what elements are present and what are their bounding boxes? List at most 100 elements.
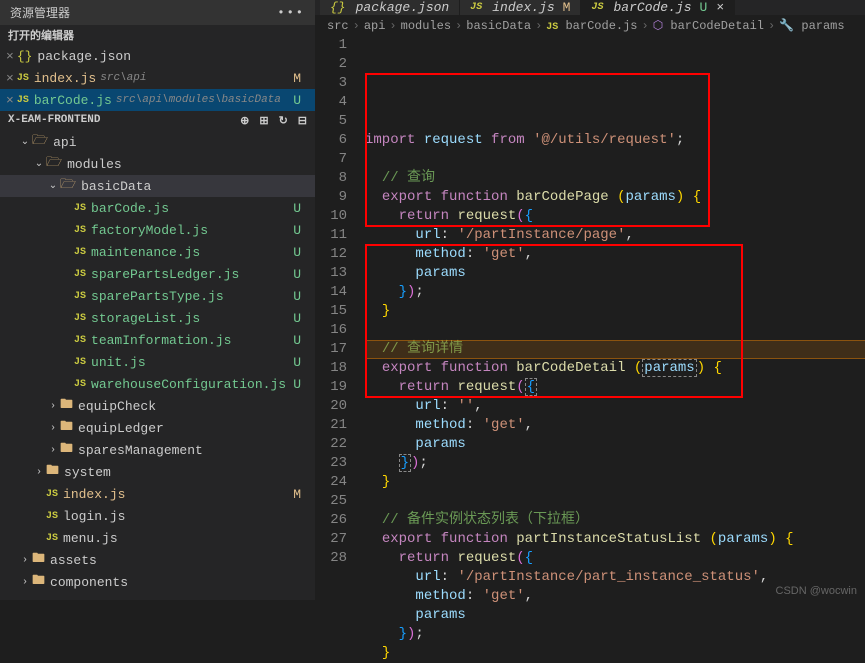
open-editor-item[interactable]: ×JSbarCode.jssrc\api\modules\basicDataU [0, 89, 315, 111]
line-number[interactable]: 27 [315, 530, 347, 549]
editor-tab[interactable]: {}package.json [320, 0, 460, 15]
code-line[interactable] [365, 150, 865, 169]
line-number[interactable]: 16 [315, 321, 347, 340]
chevron-icon[interactable]: ⌄ [18, 136, 32, 148]
line-number[interactable]: 1 [315, 36, 347, 55]
line-number[interactable]: 8 [315, 169, 347, 188]
tree-file[interactable]: JSteamInformation.jsU [0, 329, 315, 351]
chevron-icon[interactable]: › [18, 577, 32, 588]
code-line[interactable]: export function partInstanceStatusList (… [365, 530, 865, 549]
code-line[interactable] [365, 321, 865, 340]
breadcrumb-item[interactable]: api [364, 19, 386, 33]
line-number[interactable]: 7 [315, 150, 347, 169]
line-number[interactable]: 13 [315, 264, 347, 283]
line-number[interactable]: 9 [315, 188, 347, 207]
line-number[interactable]: 6 [315, 131, 347, 150]
code-content[interactable]: import request from '@/utils/request'; /… [365, 36, 865, 663]
line-number[interactable]: 17 [315, 340, 347, 359]
refresh-icon[interactable]: ↻ [279, 114, 288, 128]
code-line[interactable]: }); [365, 454, 865, 473]
code-line[interactable]: }); [365, 625, 865, 644]
code-line[interactable]: url: '/partInstance/page', [365, 226, 865, 245]
line-number[interactable]: 10 [315, 207, 347, 226]
tree-file[interactable]: JSstorageList.jsU [0, 307, 315, 329]
open-editor-item[interactable]: ×JSindex.jssrc\apiM [0, 67, 315, 89]
chevron-icon[interactable]: › [32, 467, 46, 478]
code-line[interactable]: // 备件实例状态列表（下拉框） [365, 511, 865, 530]
line-number[interactable]: 25 [315, 492, 347, 511]
code-editor[interactable]: 1234567891011121314151617181920212223242… [315, 36, 865, 663]
code-line[interactable]: url: '', [365, 397, 865, 416]
tree-folder[interactable]: ⌄🗁modules [0, 153, 315, 175]
chevron-icon[interactable]: › [18, 555, 32, 566]
tree-folder[interactable]: ›🖿sparesManagement [0, 439, 315, 461]
line-number[interactable]: 5 [315, 112, 347, 131]
code-line[interactable] [365, 492, 865, 511]
editor-tab[interactable]: JSbarCode.jsU× [581, 0, 735, 15]
breadcrumb-item[interactable]: 🔧 params [779, 18, 844, 33]
breadcrumb-item[interactable]: src [327, 19, 349, 33]
chevron-icon[interactable]: ⌄ [32, 158, 46, 170]
tree-file[interactable]: JSlogin.js [0, 505, 315, 527]
chevron-icon[interactable]: › [46, 445, 60, 456]
code-line[interactable]: params [365, 435, 865, 454]
line-number[interactable]: 21 [315, 416, 347, 435]
collapse-icon[interactable]: ⊟ [298, 114, 307, 128]
tree-file[interactable]: JSfactoryModel.jsU [0, 219, 315, 241]
line-number[interactable]: 23 [315, 454, 347, 473]
code-line[interactable]: } [365, 473, 865, 492]
tree-folder[interactable]: ⌄🗁api [0, 131, 315, 153]
line-number[interactable]: 18 [315, 359, 347, 378]
code-line[interactable]: params [365, 264, 865, 283]
tree-file[interactable]: JSunit.jsU [0, 351, 315, 373]
open-editors-header[interactable]: 打开的编辑器 [0, 25, 315, 45]
tree-folder[interactable]: ⌄🗁basicData [0, 175, 315, 197]
line-number[interactable]: 15 [315, 302, 347, 321]
breadcrumb-item[interactable]: ⬡ barCodeDetail [653, 18, 764, 33]
breadcrumb-item[interactable]: basicData [466, 19, 531, 33]
breadcrumb-item[interactable]: modules [401, 19, 451, 33]
line-number[interactable]: 28 [315, 549, 347, 568]
breadcrumb-item[interactable]: JS barCode.js [546, 19, 637, 33]
code-line[interactable]: params [365, 606, 865, 625]
code-line[interactable]: } [365, 302, 865, 321]
tree-file[interactable]: JSsparePartsType.jsU [0, 285, 315, 307]
line-number[interactable]: 20 [315, 397, 347, 416]
line-number[interactable]: 12 [315, 245, 347, 264]
code-line[interactable]: method: 'get', [365, 416, 865, 435]
tree-file[interactable]: JSmenu.js [0, 527, 315, 549]
line-number[interactable]: 26 [315, 511, 347, 530]
close-icon[interactable]: × [6, 71, 14, 86]
line-number[interactable]: 24 [315, 473, 347, 492]
close-icon[interactable]: × [6, 93, 14, 108]
code-line[interactable]: export function barCodePage (params) { [365, 188, 865, 207]
breadcrumb[interactable]: src›api›modules›basicData›JS barCode.js›… [315, 15, 865, 36]
close-icon[interactable]: × [716, 0, 724, 15]
code-line[interactable]: return request({ [365, 549, 865, 568]
tree-folder[interactable]: ›🖿assets [0, 549, 315, 571]
line-number[interactable]: 11 [315, 226, 347, 245]
line-number[interactable]: 4 [315, 93, 347, 112]
tree-file[interactable]: JSmaintenance.jsU [0, 241, 315, 263]
line-number[interactable]: 3 [315, 74, 347, 93]
new-file-icon[interactable]: ⊕ [240, 114, 249, 128]
tree-folder[interactable]: ›🖿system [0, 461, 315, 483]
chevron-icon[interactable]: › [46, 423, 60, 434]
tree-file[interactable]: JSsparePartsLedger.jsU [0, 263, 315, 285]
tree-folder[interactable]: ›🖿components [0, 571, 315, 593]
more-icon[interactable]: ••• [277, 6, 305, 20]
tree-file[interactable]: JSindex.jsM [0, 483, 315, 505]
open-editor-item[interactable]: ×{}package.json [0, 45, 315, 67]
line-number[interactable]: 14 [315, 283, 347, 302]
editor-tab[interactable]: JSindex.jsM [460, 0, 581, 15]
line-number[interactable]: 2 [315, 55, 347, 74]
line-number[interactable]: 22 [315, 435, 347, 454]
code-line[interactable]: export function barCodeDetail (params) { [365, 359, 865, 378]
project-header[interactable]: X-EAM-FRONTEND ⊕ ⊞ ↻ ⊟ [0, 111, 315, 131]
chevron-icon[interactable]: ⌄ [46, 180, 60, 192]
code-line[interactable]: }); [365, 283, 865, 302]
close-icon[interactable]: × [6, 49, 14, 64]
tree-folder[interactable]: ›🖿equipCheck [0, 395, 315, 417]
code-line[interactable]: import request from '@/utils/request'; [365, 131, 865, 150]
code-line[interactable]: // 查询 [365, 169, 865, 188]
